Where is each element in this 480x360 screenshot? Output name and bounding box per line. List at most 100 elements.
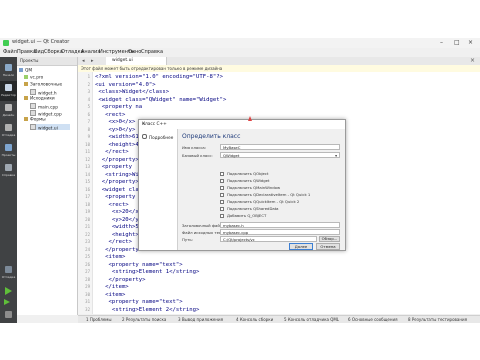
output-tab-general[interactable]: 6 Основные сообщения bbox=[348, 317, 398, 322]
line-number: 19 bbox=[85, 209, 90, 214]
output-tab-compile[interactable]: 4 Консоль сборки bbox=[236, 317, 273, 322]
checkbox-icon bbox=[220, 172, 224, 176]
code-line: <property name="text"> bbox=[95, 261, 183, 268]
mode-label: Отладка bbox=[1, 133, 16, 137]
menu-help[interactable]: Справка bbox=[141, 49, 163, 55]
close-icon[interactable]: × bbox=[468, 39, 473, 46]
code-line: <width>61 bbox=[95, 134, 139, 140]
code-line: <property na bbox=[95, 104, 143, 110]
tree-item-selected[interactable]: widget.ui bbox=[30, 124, 70, 132]
code-line: </rect> bbox=[95, 149, 129, 155]
checkbox-icon bbox=[220, 193, 224, 197]
line-number: 20 bbox=[85, 216, 90, 222]
code-line: </rect> bbox=[95, 239, 133, 245]
checkbox-qdeclarativeitem[interactable]: Подключить QDeclarativeItem - Qt Quick 1 bbox=[220, 192, 310, 198]
line-number: 26 bbox=[85, 261, 90, 267]
mode-help[interactable]: Справка bbox=[0, 161, 17, 181]
checkbox-qwidget[interactable]: Подключить QWidget bbox=[220, 178, 269, 184]
mode-label: Проекты bbox=[1, 153, 16, 157]
checkbox-qshareddata[interactable]: Подключить QSharedData bbox=[220, 206, 279, 212]
tree-item[interactable]: Исходники bbox=[24, 96, 55, 102]
tree-item[interactable]: Формы bbox=[24, 117, 46, 123]
path-input[interactable]: C:/Qt/projects/vc bbox=[220, 236, 317, 242]
mode-debug[interactable]: Отладка bbox=[0, 121, 17, 141]
code-line: </property> bbox=[95, 156, 139, 163]
menu-view[interactable]: Вид bbox=[34, 49, 44, 55]
wrench-icon bbox=[5, 144, 12, 151]
line-number: 22 bbox=[85, 231, 90, 237]
line-number: 7 bbox=[87, 119, 90, 124]
line-number-gutter: 1 2 3 4 5 6 7 8 9 10 11 12 13 14 15 16 17 18 19 20 21 22 23 24 2… bbox=[78, 72, 93, 314]
checkbox-qobject[interactable]: Подключить QObject bbox=[220, 171, 268, 177]
navigator-header[interactable]: Проекты bbox=[17, 57, 77, 66]
code-line: <?xml version="1.0" encoding="UTF-8"?> bbox=[95, 74, 223, 80]
forward-arrow-icon[interactable]: ▸ bbox=[91, 58, 94, 64]
tree-item[interactable]: widget.cpp bbox=[30, 110, 62, 118]
checkbox-qmainwindow[interactable]: Подключить QMainWindow bbox=[220, 185, 280, 191]
line-number: 10 bbox=[85, 141, 90, 147]
output-tab-qml-debugger[interactable]: 5 Консоль отладчика QML bbox=[284, 317, 339, 322]
output-tab-issues[interactable]: 1 Проблемы bbox=[86, 317, 111, 322]
editor-tab[interactable]: widget.ui bbox=[106, 57, 167, 65]
line-number: 11 bbox=[85, 149, 90, 154]
line-number: 4 bbox=[87, 96, 90, 102]
next-button[interactable]: Далее bbox=[289, 243, 313, 250]
code-line: <y>0</y> bbox=[95, 126, 136, 133]
design-icon bbox=[5, 104, 12, 111]
line-number: 25 bbox=[85, 254, 90, 259]
output-tab-app-output[interactable]: 3 Вывод приложения bbox=[178, 317, 223, 322]
path-label: Путь: bbox=[182, 237, 193, 242]
minimize-icon[interactable]: – bbox=[440, 39, 443, 46]
line-number: 8 bbox=[87, 126, 90, 132]
code-line: <property name="text"> bbox=[95, 299, 183, 305]
output-tab-search[interactable]: 2 Результаты поиска bbox=[122, 317, 166, 322]
dialog-close-icon[interactable]: × bbox=[142, 122, 342, 127]
hammer-icon[interactable] bbox=[5, 311, 12, 318]
base-class-select[interactable]: QWidget ▾ bbox=[220, 152, 340, 158]
run-icon[interactable] bbox=[5, 287, 12, 295]
source-file-input[interactable]: mybasec.cpp bbox=[220, 229, 340, 235]
checkbox-qquickitem[interactable]: Подключить QQuickItem - Qt Quick 2 bbox=[220, 199, 299, 205]
debug-run-icon[interactable] bbox=[4, 299, 13, 307]
code-line: <x>0</x> bbox=[95, 119, 136, 125]
menu-analyze[interactable]: Анализ bbox=[81, 49, 100, 55]
tree-item[interactable]: main.cpp bbox=[30, 103, 58, 111]
tree-item[interactable]: Заголовочные bbox=[24, 82, 62, 88]
menu-file[interactable]: Файл bbox=[3, 49, 17, 55]
code-line: <height>4 bbox=[95, 141, 139, 148]
wizard-step-details[interactable]: Подробнее bbox=[142, 134, 173, 140]
code-line: <item> bbox=[95, 291, 126, 298]
line-number: 17 bbox=[85, 194, 90, 199]
cancel-button[interactable]: Отмена bbox=[316, 243, 340, 250]
close-editor-icon[interactable]: × bbox=[470, 57, 475, 64]
mode-label: Справка bbox=[1, 173, 16, 177]
code-line: </item> bbox=[95, 284, 129, 290]
code-line: <widget clas bbox=[95, 186, 143, 193]
folder-icon bbox=[24, 117, 28, 121]
tree-item[interactable]: vc.pro bbox=[24, 75, 43, 81]
back-arrow-icon[interactable]: ◂ bbox=[82, 58, 85, 64]
mode-projects[interactable]: Проекты bbox=[0, 141, 17, 161]
tree-item[interactable]: QM bbox=[19, 68, 32, 74]
code-line: <width>5 bbox=[95, 224, 139, 230]
mode-edit[interactable]: Редактор bbox=[0, 81, 17, 101]
header-file-input[interactable]: mybasec.h bbox=[220, 222, 340, 228]
checkbox-q-object[interactable]: Добавить Q_OBJECT bbox=[220, 213, 266, 219]
cpp-file-icon bbox=[30, 110, 36, 116]
output-pane-bar: 1 Проблемы 2 Результаты поиска 3 Вывод п… bbox=[78, 315, 480, 323]
tree-item[interactable]: widget.h bbox=[30, 89, 57, 97]
kit-selector[interactable]: Отладка bbox=[0, 263, 17, 283]
maximize-icon[interactable]: □ bbox=[454, 39, 460, 46]
class-name-input[interactable]: MyBaseC bbox=[220, 144, 340, 150]
code-line: <ui version="4.0"> bbox=[95, 81, 156, 88]
mode-design[interactable]: Дизайн bbox=[0, 101, 17, 121]
menu-window[interactable]: Окно bbox=[128, 49, 141, 55]
output-tab-tests[interactable]: 8 Результаты тестирования bbox=[408, 317, 467, 322]
step-indicator-icon bbox=[142, 134, 147, 139]
edit-icon bbox=[5, 84, 12, 91]
line-number: 29 bbox=[85, 284, 90, 289]
qt-creator-window: widget.ui — Qt Creator – □ × Файл Правка… bbox=[0, 38, 480, 323]
qt-logo-icon bbox=[3, 40, 9, 46]
browse-button[interactable]: Обзор... bbox=[319, 236, 340, 242]
mode-welcome[interactable]: Начало bbox=[0, 61, 17, 81]
